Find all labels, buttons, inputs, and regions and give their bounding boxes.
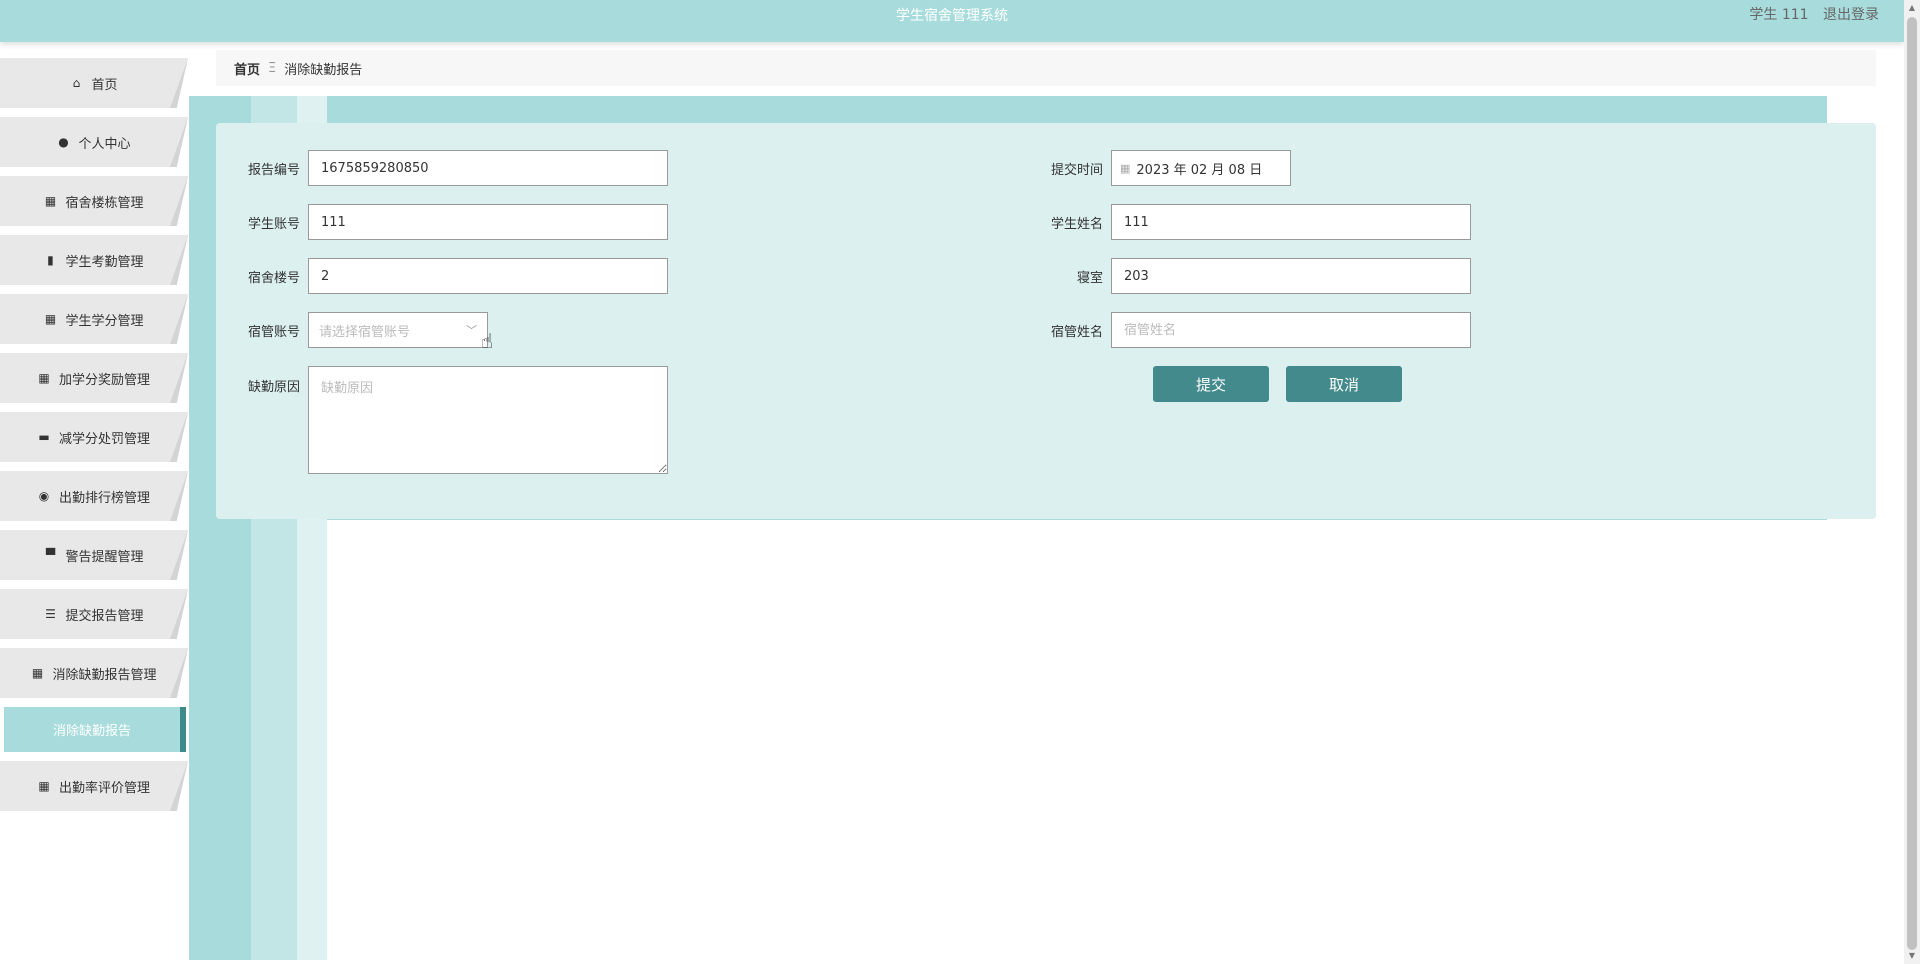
manager-account-label: 宿管账号 xyxy=(247,324,300,340)
sidebar-item-label: 出勤率评价管理 xyxy=(58,780,150,796)
breadcrumb: 首页 Ξ 消除缺勤报告 xyxy=(216,50,1876,86)
sidebar-item-warning[interactable]: ▀ 警告提醒管理 xyxy=(0,530,188,580)
grid-icon: ▦ xyxy=(31,666,44,680)
submit-button[interactable]: 提交 xyxy=(1153,366,1269,402)
sidebar-subitem-absence-report[interactable]: 消除缺勤报告 xyxy=(4,707,186,752)
calendar-icon: ▦ xyxy=(1120,161,1131,175)
submit-time-value: 2023 年 02 月 08 日 xyxy=(1136,162,1263,178)
form-panel: 报告编号 学生账号 宿舍楼号 宿管账号 请选择宿管账号 ﹀ 缺勤原因 提交时间 … xyxy=(216,123,1876,519)
student-name-label: 学生姓名 xyxy=(1050,216,1103,232)
grid-icon: ▦ xyxy=(38,371,50,385)
chevron-down-icon: ﹀ xyxy=(466,324,477,337)
sidebar-item-penalty[interactable]: ▬ 减学分处罚管理 xyxy=(0,412,188,462)
briefcase-icon: ▬ xyxy=(38,430,50,444)
sidebar-item-building[interactable]: ▦ 宿舍楼栋管理 xyxy=(0,176,188,226)
content-white-area xyxy=(327,520,1904,964)
submit-time-date-picker[interactable]: ▦ 2023 年 02 月 08 日 xyxy=(1111,150,1291,186)
sidebar-item-label: 首页 xyxy=(91,77,118,93)
submit-time-field: 提交时间 ▦ 2023 年 02 月 08 日 xyxy=(1019,150,1291,186)
student-account-input[interactable] xyxy=(308,204,668,240)
sidebar-item-label: 消除缺勤报告管理 xyxy=(52,667,157,683)
manager-account-select[interactable]: 请选择宿管账号 ﹀ xyxy=(308,312,488,348)
room-field: 寝室 xyxy=(1019,258,1471,294)
sidebar-item-label: 学生学分管理 xyxy=(65,313,144,329)
sidebar-item-label: 加学分奖励管理 xyxy=(58,372,150,388)
breadcrumb-current: 消除缺勤报告 xyxy=(284,62,363,78)
user-area: 学生 111 退出登录 xyxy=(1739,0,1879,30)
sidebar-item-credits[interactable]: ▦ 学生学分管理 xyxy=(0,294,188,344)
student-name-input[interactable] xyxy=(1111,204,1471,240)
student-account-label: 学生账号 xyxy=(247,216,300,232)
app-title: 学生宿舍管理系统 xyxy=(896,8,1008,24)
sidebar: ⌂ 首页 ● 个人中心 ▦ 宿舍楼栋管理 ▮ 学生考勤管理 ▦ 学生学分管理 ▦ 加学分奖励… xyxy=(0,58,188,820)
manager-name-input[interactable] xyxy=(1111,312,1471,348)
student-name-field: 学生姓名 xyxy=(1019,204,1471,240)
absence-reason-textarea[interactable] xyxy=(308,366,668,474)
grid-icon: ▦ xyxy=(44,194,57,208)
cancel-button[interactable]: 取消 xyxy=(1286,366,1402,402)
sidebar-item-rate-evaluation[interactable]: ▦ 出勤率评价管理 xyxy=(0,761,188,811)
manager-name-label: 宿管姓名 xyxy=(1050,324,1103,340)
breadcrumb-home[interactable]: 首页 xyxy=(234,59,260,78)
printer-icon: ▀ xyxy=(45,548,56,562)
manager-account-placeholder: 请选择宿管账号 xyxy=(319,324,411,340)
room-input[interactable] xyxy=(1111,258,1471,294)
user-label: 学生 111 xyxy=(1749,7,1809,23)
vertical-scrollbar[interactable]: ▲ ▼ xyxy=(1904,0,1920,964)
sidebar-item-label: 提交报告管理 xyxy=(65,608,144,624)
sidebar-item-label: 警告提醒管理 xyxy=(65,549,144,565)
grid-icon: ▦ xyxy=(38,779,50,793)
absence-reason-label: 缺勤原因 xyxy=(247,380,300,395)
scrollbar-thumb[interactable] xyxy=(1907,17,1917,950)
logout-link[interactable]: 退出登录 xyxy=(1823,7,1879,23)
sidebar-item-absence-report[interactable]: ▦ 消除缺勤报告管理 xyxy=(0,648,188,698)
manager-account-field: 宿管账号 请选择宿管账号 ﹀ xyxy=(216,312,488,348)
sidebar-item-attendance[interactable]: ▮ 学生考勤管理 xyxy=(0,235,188,285)
submit-time-label: 提交时间 xyxy=(1050,162,1103,178)
report-no-field: 报告编号 xyxy=(216,150,668,186)
sidebar-item-label: 宿舍楼栋管理 xyxy=(65,195,144,211)
book-icon: ▮ xyxy=(47,253,54,267)
absence-reason-field: 缺勤原因 xyxy=(216,366,668,474)
sliders-icon: ☰ xyxy=(45,607,56,621)
hand-cursor-icon: ☝ xyxy=(481,329,494,353)
report-no-label: 报告编号 xyxy=(247,162,300,178)
breadcrumb-separator: Ξ xyxy=(268,60,277,76)
sidebar-item-label: 个人中心 xyxy=(78,136,131,152)
sidebar-item-report[interactable]: ☰ 提交报告管理 xyxy=(0,589,188,639)
user-icon: ● xyxy=(58,135,69,149)
student-account-field: 学生账号 xyxy=(216,204,668,240)
grid-icon: ▦ xyxy=(44,312,57,326)
sidebar-item-ranking[interactable]: ◉ 出勤排行榜管理 xyxy=(0,471,188,521)
building-no-field: 宿舍楼号 xyxy=(216,258,668,294)
scroll-down-arrow-icon[interactable]: ▼ xyxy=(1904,948,1920,964)
manager-name-field: 宿管姓名 xyxy=(1019,312,1471,348)
top-bar: 学生宿舍管理系统 学生 111 退出登录 xyxy=(0,0,1904,42)
scroll-up-arrow-icon[interactable]: ▲ xyxy=(1904,0,1920,16)
building-no-input[interactable] xyxy=(308,258,668,294)
sidebar-item-profile[interactable]: ● 个人中心 xyxy=(0,117,188,167)
sidebar-item-home[interactable]: ⌂ 首页 xyxy=(0,58,188,108)
room-label: 寝室 xyxy=(1076,270,1103,286)
sidebar-item-label: 出勤排行榜管理 xyxy=(58,490,150,506)
home-icon: ⌂ xyxy=(72,76,81,90)
building-no-label: 宿舍楼号 xyxy=(247,270,300,286)
sidebar-item-label: 减学分处罚管理 xyxy=(58,431,150,447)
report-no-input[interactable] xyxy=(308,150,668,186)
sidebar-item-label: 学生考勤管理 xyxy=(65,254,144,270)
pin-icon: ◉ xyxy=(38,489,50,503)
sidebar-item-bonus[interactable]: ▦ 加学分奖励管理 xyxy=(0,353,188,403)
